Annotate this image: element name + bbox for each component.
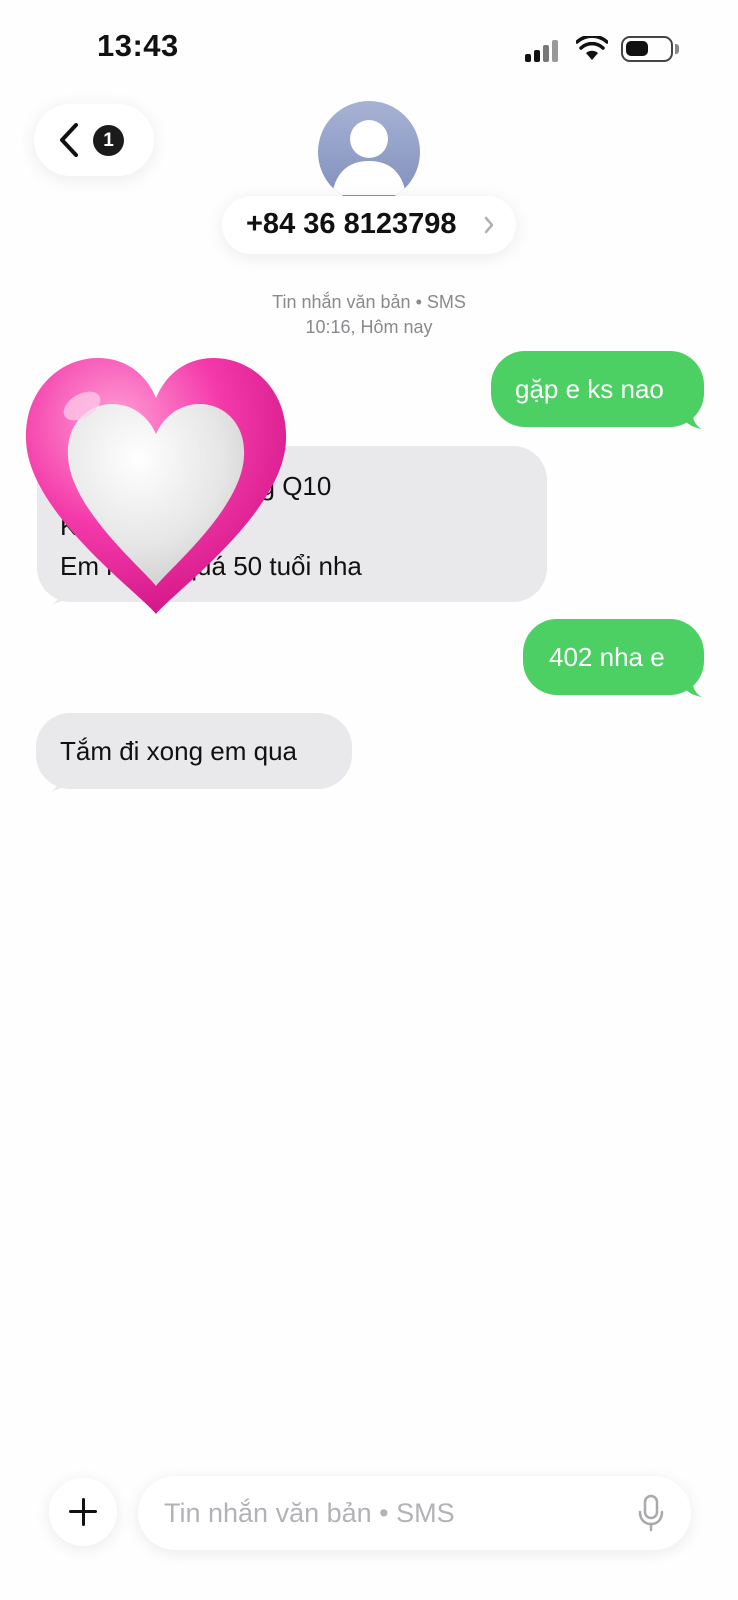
wifi-icon <box>576 36 608 60</box>
message-bubble-received[interactable]: Tắm đi xong em qua <box>36 713 352 789</box>
add-attachment-button[interactable] <box>49 1478 117 1546</box>
message-composer[interactable] <box>138 1476 691 1550</box>
bubble-tail <box>676 675 702 697</box>
battery-nub <box>675 44 679 54</box>
status-time: 13:43 <box>97 28 179 63</box>
pink-heart-sticker <box>25 358 287 614</box>
cellular-signal-icon <box>525 38 565 62</box>
chevron-right-icon <box>484 216 494 234</box>
message-type-label: Tin nhắn văn bản • SMS <box>272 292 466 312</box>
message-input[interactable] <box>164 1490 614 1536</box>
contact-name-button[interactable]: +84 36 8123798 <box>222 196 516 254</box>
unread-count-badge: 1 <box>93 125 124 156</box>
bubble-tail <box>676 407 702 429</box>
back-button[interactable]: 1 <box>34 104 154 176</box>
battery-icon <box>621 36 673 62</box>
message-text: 402 nha e <box>549 642 665 672</box>
contact-avatar[interactable] <box>318 101 420 203</box>
contact-name: +84 36 8123798 <box>246 208 457 240</box>
message-text: Tắm đi xong em qua <box>60 736 298 766</box>
message-bubble-sent[interactable]: gặp e ks nao <box>491 351 704 427</box>
chevron-left-icon <box>60 123 78 157</box>
bubble-tail <box>51 769 77 791</box>
microphone-icon[interactable] <box>638 1494 664 1532</box>
message-timestamp: 10:16, Hôm nay <box>305 317 433 337</box>
message-text: gặp e ks nao <box>515 374 664 404</box>
person-avatar-icon <box>332 120 406 195</box>
